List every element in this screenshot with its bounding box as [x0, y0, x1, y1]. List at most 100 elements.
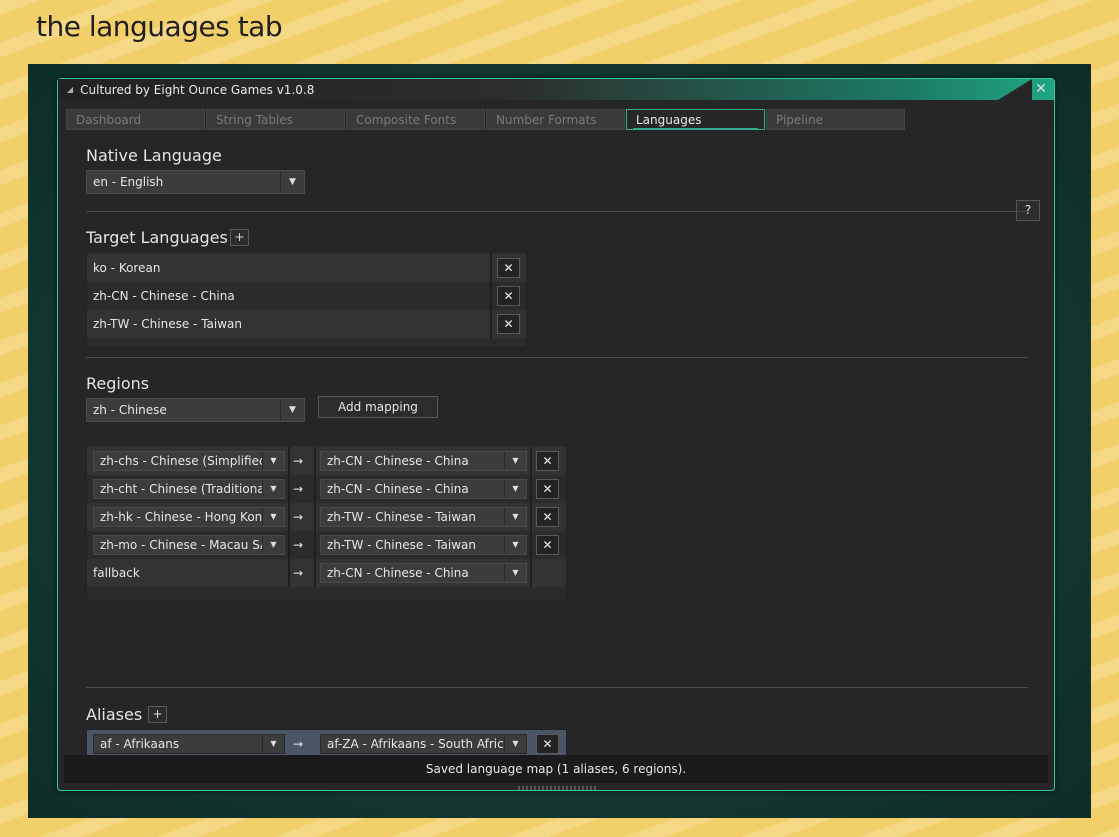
list-item: zh-TW - Chinese - Taiwan ✕ [87, 310, 526, 338]
remove-target-button[interactable]: ✕ [497, 258, 520, 278]
column-divider [530, 531, 532, 559]
column-divider [490, 282, 492, 310]
arrow-right-icon: → [293, 737, 304, 751]
add-target-language-button[interactable]: + [230, 229, 249, 246]
chevron-down-icon: ▼ [280, 171, 304, 193]
languages-panel: ? Native Language en - English ▼ Target … [64, 131, 1048, 759]
cultured-window: ◢ Cultured by Eight Ounce Games v1.0.8 ✕… [57, 78, 1055, 791]
list-item: af - Afrikaans ▼ → af-ZA - Afrikaans - S… [87, 730, 566, 758]
region-target-dropdown[interactable]: zh-TW - Chinese - Taiwan ▼ [320, 507, 527, 527]
column-divider [288, 475, 290, 503]
region-target-value: zh-TW - Chinese - Taiwan [327, 538, 476, 552]
target-language-label: zh-TW - Chinese - Taiwan [93, 317, 242, 331]
chevron-down-icon: ▼ [504, 508, 526, 526]
tab-dashboard[interactable]: Dashboard [66, 109, 205, 130]
region-target-dropdown[interactable]: zh-CN - Chinese - China ▼ [320, 479, 527, 499]
tab-languages[interactable]: Languages [626, 109, 765, 130]
divider [86, 357, 1028, 358]
region-target-value: zh-CN - Chinese - China [327, 454, 469, 468]
divider [86, 211, 1028, 212]
add-mapping-button[interactable]: Add mapping [318, 396, 438, 418]
target-languages-list: ko - Korean ✕ zh-CN - Chinese - China ✕ … [86, 251, 527, 348]
region-source-dropdown[interactable]: zh-mo - Chinese - Macau SAR ▼ [93, 535, 285, 555]
column-divider [314, 475, 316, 503]
window-titlebar[interactable]: ◢ Cultured by Eight Ounce Games v1.0.8 ✕ [58, 79, 1054, 100]
tab-number-formats[interactable]: Number Formats [486, 109, 625, 130]
chevron-down-icon: ▼ [504, 536, 526, 554]
tab-composite-fonts[interactable]: Composite Fonts [346, 109, 485, 130]
fallback-target-value: zh-CN - Chinese - China [327, 566, 469, 580]
arrow-right-icon: → [293, 482, 304, 496]
chevron-down-icon: ▼ [504, 452, 526, 470]
tab-pipeline[interactable]: Pipeline [766, 109, 905, 130]
column-divider [288, 447, 290, 475]
region-source-value: zh-cht - Chinese (Traditional) [100, 482, 273, 496]
collapse-triangle-icon[interactable]: ◢ [67, 85, 73, 94]
native-language-value: en - English [93, 175, 164, 189]
chevron-down-icon: ▼ [262, 480, 284, 498]
column-divider [530, 475, 532, 503]
list-item: ko - Korean ✕ [87, 254, 526, 282]
column-divider [314, 503, 316, 531]
chevron-down-icon: ▼ [262, 452, 284, 470]
table-row: zh-mo - Chinese - Macau SAR ▼ → zh-TW - … [87, 531, 566, 559]
alias-source-dropdown[interactable]: af - Afrikaans ▼ [93, 734, 285, 754]
table-row: zh-hk - Chinese - Hong Kong SAR ▼ → zh-T… [87, 503, 566, 531]
region-source-dropdown[interactable]: zh-cht - Chinese (Traditional) ▼ [93, 479, 285, 499]
arrow-right-icon: → [293, 538, 304, 552]
column-divider [530, 447, 532, 475]
chevron-down-icon: ▼ [504, 480, 526, 498]
chevron-down-icon: ▼ [262, 536, 284, 554]
native-language-dropdown[interactable]: en - English ▼ [86, 170, 305, 194]
chevron-down-icon: ▼ [280, 399, 304, 421]
column-divider [314, 447, 316, 475]
resize-grip[interactable] [518, 786, 596, 790]
region-source-dropdown[interactable]: zh-hk - Chinese - Hong Kong SAR ▼ [93, 507, 285, 527]
fallback-row: fallback → zh-CN - Chinese - China ▼ [87, 559, 566, 587]
column-divider [288, 503, 290, 531]
region-dropdown[interactable]: zh - Chinese ▼ [86, 398, 305, 422]
titlebar-notch [998, 79, 1032, 100]
remove-mapping-button[interactable]: ✕ [536, 479, 559, 499]
region-value: zh - Chinese [93, 403, 167, 417]
region-source-value: zh-chs - Chinese (Simplified) [100, 454, 272, 468]
region-target-value: zh-CN - Chinese - China [327, 482, 469, 496]
chevron-down-icon: ▼ [504, 564, 526, 582]
remove-alias-button[interactable]: ✕ [536, 734, 559, 754]
arrow-right-icon: → [293, 566, 304, 580]
chevron-down-icon: ▼ [262, 735, 284, 753]
add-alias-button[interactable]: + [148, 706, 167, 723]
remove-mapping-button[interactable]: ✕ [536, 451, 559, 471]
region-target-dropdown[interactable]: zh-CN - Chinese - China ▼ [320, 451, 527, 471]
remove-mapping-button[interactable]: ✕ [536, 507, 559, 527]
fallback-target-dropdown[interactable]: zh-CN - Chinese - China ▼ [320, 563, 527, 583]
remove-target-button[interactable]: ✕ [497, 314, 520, 334]
region-target-value: zh-TW - Chinese - Taiwan [327, 510, 476, 524]
column-divider [288, 559, 290, 587]
chevron-down-icon: ▼ [504, 735, 526, 753]
region-source-value: zh-mo - Chinese - Macau SAR [100, 538, 277, 552]
regions-title: Regions [86, 374, 150, 393]
table-row: zh-cht - Chinese (Traditional) ▼ → zh-CN… [87, 475, 566, 503]
fallback-label: fallback [93, 566, 140, 580]
column-divider [530, 503, 532, 531]
remove-target-button[interactable]: ✕ [497, 286, 520, 306]
region-target-dropdown[interactable]: zh-TW - Chinese - Taiwan ▼ [320, 535, 527, 555]
native-language-title: Native Language [86, 146, 222, 165]
tab-string-tables[interactable]: String Tables [206, 109, 345, 130]
column-divider [288, 531, 290, 559]
table-row: zh-chs - Chinese (Simplified) ▼ → zh-CN … [87, 447, 566, 475]
status-bar: Saved language map (1 aliases, 6 regions… [64, 755, 1048, 783]
column-divider [490, 254, 492, 282]
target-language-label: ko - Korean [93, 261, 161, 275]
close-icon[interactable]: ✕ [1033, 81, 1049, 97]
column-divider [490, 310, 492, 338]
arrow-right-icon: → [293, 510, 304, 524]
aliases-title: Aliases [86, 705, 143, 724]
column-divider [314, 559, 316, 587]
remove-mapping-button[interactable]: ✕ [536, 535, 559, 555]
alias-target-dropdown[interactable]: af-ZA - Afrikaans - South Africa ▼ [320, 734, 527, 754]
alias-source-value: af - Afrikaans [100, 737, 180, 751]
region-source-dropdown[interactable]: zh-chs - Chinese (Simplified) ▼ [93, 451, 285, 471]
column-divider [530, 559, 532, 587]
